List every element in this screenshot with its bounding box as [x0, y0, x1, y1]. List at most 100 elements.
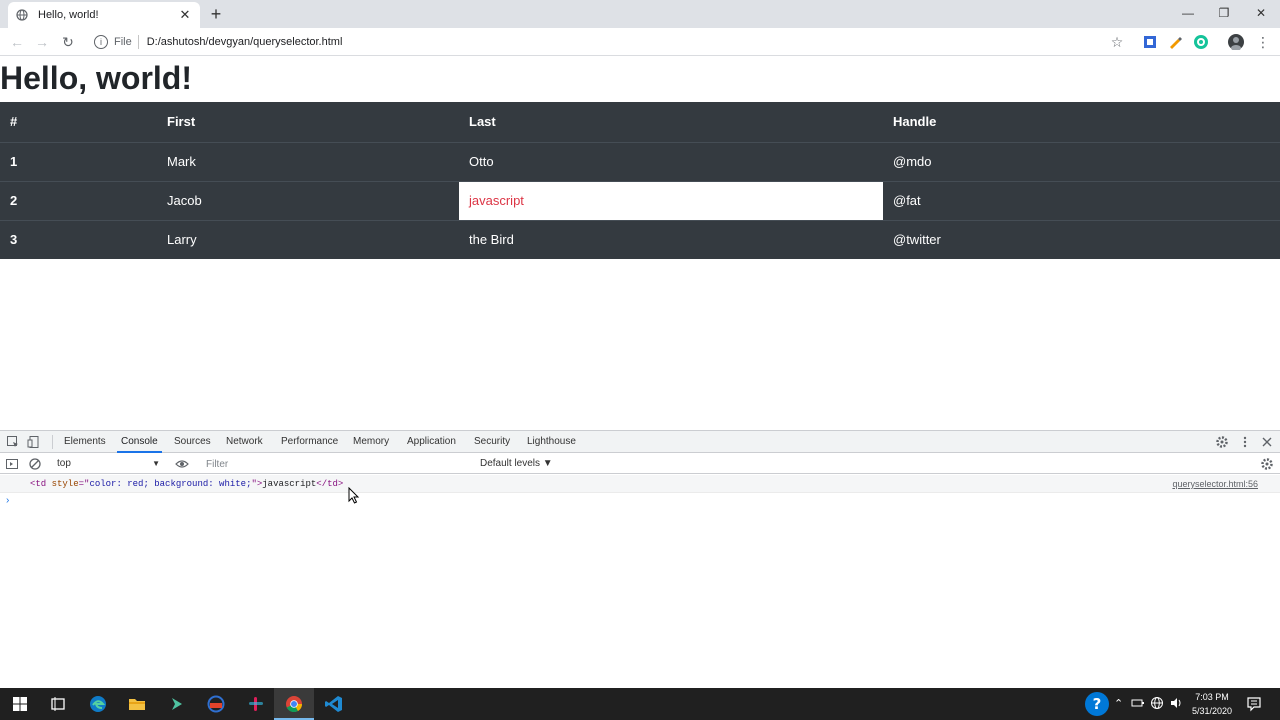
eye-icon[interactable] [175, 457, 189, 471]
task-view-icon[interactable] [48, 694, 68, 714]
table-cell: 3 [0, 219, 157, 259]
edge-browser-icon[interactable] [88, 694, 108, 714]
tab-application[interactable]: Application [407, 431, 456, 453]
tray-expand-icon[interactable]: ⌃ [1114, 697, 1123, 710]
inspect-element-icon[interactable] [6, 435, 20, 449]
table-row: 3 Larry the Bird @twitter [0, 219, 1280, 259]
table-cell: @mdo [883, 141, 1280, 181]
devtools-tab-bar: Elements Console Sources Network Perform… [0, 431, 1280, 453]
new-tab-button[interactable]: + [206, 4, 226, 24]
taskbar-clock[interactable]: 7:03 PM 5/31/2020 [1186, 690, 1238, 718]
restore-button[interactable]: ❐ [1210, 4, 1238, 22]
address-bar[interactable]: i File D:/ashutosh/devgyan/queryselector… [86, 30, 1136, 54]
log-attr-name: style [51, 479, 79, 489]
vscode-icon[interactable] [324, 694, 344, 714]
tab-network[interactable]: Network [226, 431, 263, 453]
pen-extension-icon[interactable] [1167, 34, 1183, 50]
powershell-icon[interactable] [167, 694, 187, 714]
table-cell: Mark [157, 141, 459, 181]
log-levels-dropdown[interactable]: Default levels ▼ [480, 456, 553, 472]
clear-console-icon[interactable] [28, 457, 42, 471]
context-selector[interactable]: top ▼ [54, 456, 162, 472]
chrome-icon[interactable] [284, 694, 304, 714]
device-toolbar-icon[interactable] [27, 435, 41, 449]
minimize-button[interactable]: — [1174, 4, 1202, 22]
globe-icon [16, 9, 28, 21]
svg-text:?: ? [1093, 695, 1102, 713]
file-label: File [114, 36, 132, 48]
tab-close-icon[interactable]: ✕ [178, 7, 192, 23]
log-message: <td style="color: red; background: white… [30, 475, 343, 493]
sidebar-toggle-icon[interactable] [5, 457, 19, 471]
context-value: top [57, 458, 71, 469]
tab-performance[interactable]: Performance [281, 431, 338, 453]
settings-gear-icon[interactable] [1215, 435, 1229, 449]
tab-elements[interactable]: Elements [64, 431, 106, 453]
grammarly-icon[interactable] [1193, 34, 1209, 50]
browser-tab[interactable]: Hello, world! ✕ [8, 2, 200, 28]
tab-console[interactable]: Console [117, 431, 162, 453]
console-settings-icon[interactable] [1260, 457, 1274, 471]
console-filter-input[interactable] [200, 456, 472, 472]
url-text: D:/ashutosh/devgyan/queryselector.html [146, 36, 343, 48]
tab-memory[interactable]: Memory [353, 431, 389, 453]
bookmark-star-icon[interactable]: ☆ [1108, 33, 1126, 51]
highlighted-table-cell: javascript [459, 180, 883, 220]
help-icon[interactable]: ? [1084, 691, 1110, 717]
log-tag-end: </td> [316, 479, 344, 489]
battery-icon[interactable] [1131, 696, 1145, 710]
info-icon[interactable]: i [94, 35, 108, 49]
windows-start-icon[interactable] [10, 694, 30, 714]
more-options-icon[interactable] [1238, 435, 1252, 449]
table-cell: Jacob [157, 180, 459, 220]
table-row: 1 Mark Otto @mdo [0, 141, 1280, 181]
tab-title: Hello, world! [38, 9, 99, 21]
close-devtools-icon[interactable] [1260, 435, 1274, 449]
devtools-panel: Elements Console Sources Network Perform… [0, 430, 1280, 688]
table-cell: Otto [459, 141, 883, 181]
close-window-button[interactable]: ✕ [1247, 4, 1275, 22]
network-globe-icon[interactable] [1150, 696, 1164, 710]
back-button[interactable]: ← [8, 33, 26, 51]
reload-button[interactable]: ↻ [59, 33, 77, 51]
header-first: First [157, 102, 459, 143]
extension-icon[interactable] [1142, 34, 1158, 50]
log-source-link[interactable]: queryselector.html:56 [1172, 475, 1258, 493]
tab-security[interactable]: Security [474, 431, 510, 453]
console-log-entry[interactable]: <td style="color: red; background: white… [0, 475, 1280, 493]
app-icon[interactable] [206, 694, 226, 714]
console-prompt[interactable]: › [6, 495, 9, 506]
file-explorer-icon[interactable] [127, 694, 147, 714]
header-last: Last [459, 102, 883, 143]
tab-sources[interactable]: Sources [174, 431, 211, 453]
table-cell: the Bird [459, 219, 883, 259]
log-attr-value: color: red; background: white; [89, 479, 252, 489]
mouse-cursor-icon [348, 487, 360, 504]
header-handle: Handle [883, 102, 1280, 143]
log-tag-close: "> [251, 479, 263, 489]
profile-avatar[interactable] [1228, 34, 1244, 50]
forward-button[interactable]: → [33, 33, 51, 51]
windows-taskbar: ? ⌃ 7:03 PM 5/31/2020 [0, 688, 1280, 720]
slack-app-icon[interactable] [246, 694, 266, 714]
notification-center-icon[interactable] [1246, 696, 1262, 712]
devtools-divider [52, 435, 53, 449]
table-cell: 1 [0, 141, 157, 181]
volume-icon[interactable] [1169, 696, 1183, 710]
browser-menu-icon[interactable]: ⋮ [1254, 33, 1272, 51]
table-cell: Larry [157, 219, 459, 259]
log-tag-open: <td [30, 479, 52, 489]
address-separator [137, 35, 139, 49]
header-number: # [0, 102, 157, 143]
browser-tab-strip: Hello, world! ✕ + — ❐ ✕ [0, 0, 1280, 28]
data-table: # First Last Handle 1 Mark Otto @mdo 2 J… [0, 102, 1280, 259]
table-cell: @fat [883, 180, 1280, 220]
console-toolbar: top ▼ Default levels ▼ [0, 454, 1280, 474]
dropdown-arrow-icon: ▼ [152, 459, 160, 468]
clock-date: 5/31/2020 [1191, 706, 1233, 716]
tab-lighthouse[interactable]: Lighthouse [527, 431, 576, 453]
log-text: javascript [262, 479, 317, 489]
table-row: 2 Jacob javascript @fat [0, 180, 1280, 220]
table-cell: 2 [0, 180, 157, 220]
log-attr-eq: =" [78, 479, 90, 489]
